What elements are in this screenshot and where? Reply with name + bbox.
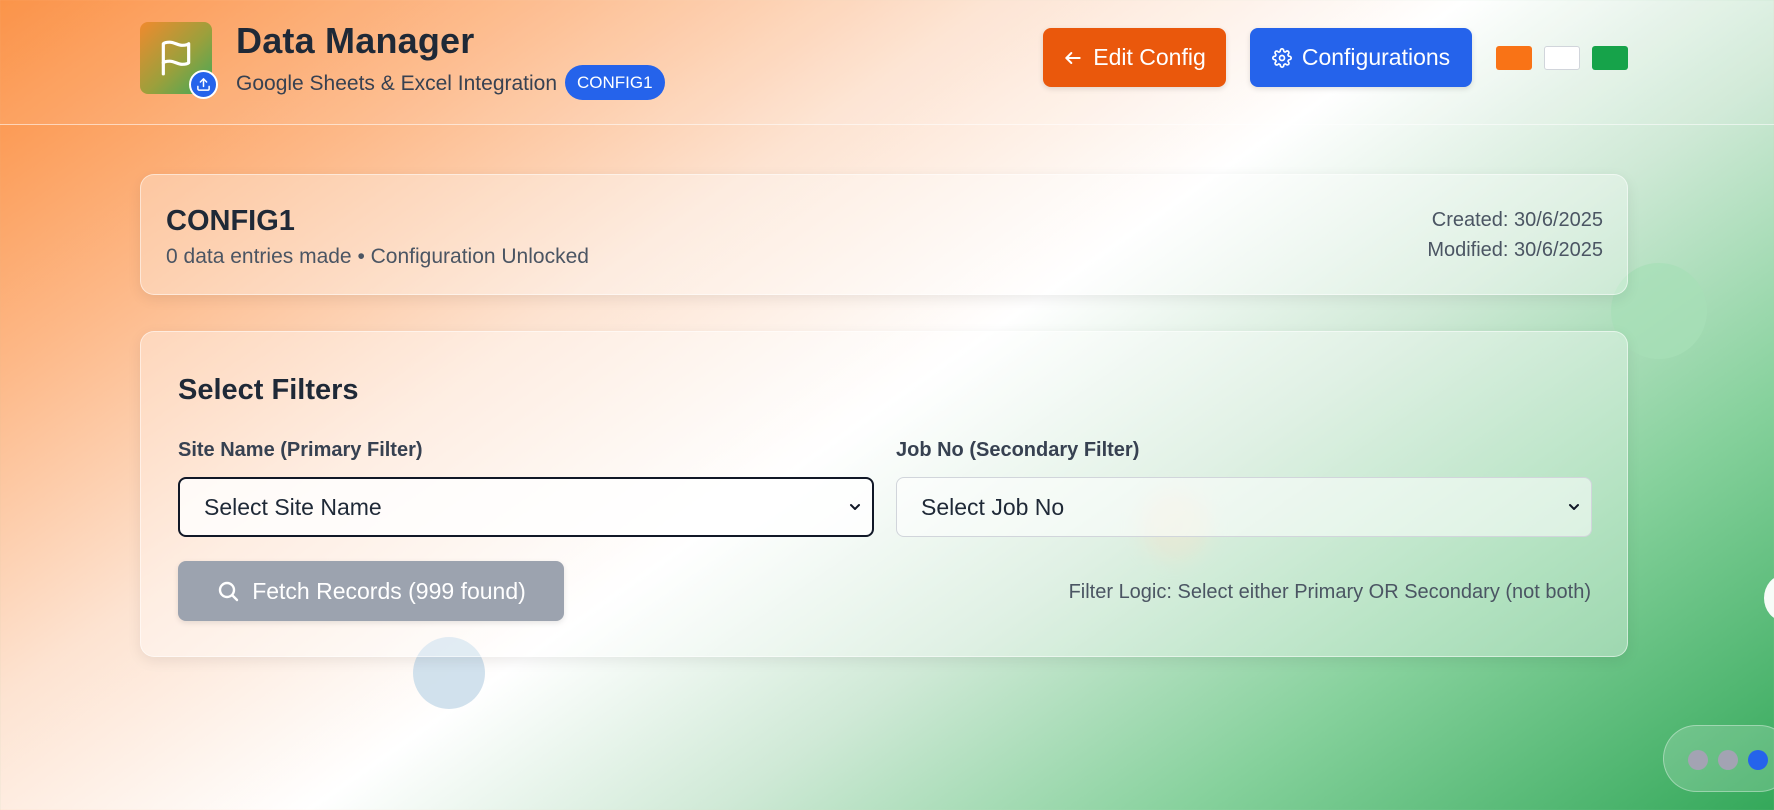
filters-title: Select Filters xyxy=(178,374,359,406)
configurations-label: Configurations xyxy=(1301,44,1451,70)
upload-badge xyxy=(189,70,218,99)
theme-swatch-orange[interactable] xyxy=(1496,46,1532,70)
upload-icon xyxy=(197,78,210,91)
job-no-label: Job No (Secondary Filter) xyxy=(896,439,1140,461)
theme-swatch-white[interactable] xyxy=(1544,46,1580,70)
filter-logic-note: Filter Logic: Select either Primary OR S… xyxy=(1068,581,1591,603)
chevron-down-icon xyxy=(1569,504,1579,510)
app-header: Data Manager Google Sheets & Excel Integ… xyxy=(0,0,1774,125)
config-badge: CONFIG1 xyxy=(565,65,665,100)
page-dot[interactable] xyxy=(1718,750,1738,770)
app-title: Data Manager xyxy=(236,20,475,61)
site-name-label: Site Name (Primary Filter) xyxy=(178,439,423,461)
decorative-circle xyxy=(1764,575,1774,621)
edit-config-label: Edit Config xyxy=(1093,44,1206,70)
config-name: CONFIG1 xyxy=(166,205,295,237)
page-dot-active[interactable] xyxy=(1748,750,1768,770)
search-icon xyxy=(219,581,239,602)
app-subtitle: Google Sheets & Excel Integration xyxy=(236,72,558,95)
created-date: Created: 30/6/2025 xyxy=(1431,209,1603,231)
modified-date: Modified: 30/6/2025 xyxy=(1427,239,1603,261)
site-name-value: Select Site Name xyxy=(204,493,382,520)
gear-icon xyxy=(1271,47,1292,68)
edit-config-button[interactable]: Edit Config xyxy=(1043,28,1226,87)
chevron-down-icon xyxy=(850,504,860,510)
theme-swatch-green[interactable] xyxy=(1592,46,1628,70)
fetch-records-label: Fetch Records (999 found) xyxy=(252,577,526,604)
job-no-select[interactable]: Select Job No xyxy=(896,477,1592,537)
site-name-select[interactable]: Select Site Name xyxy=(178,477,874,537)
config-status: 0 data entries made • Configuration Unlo… xyxy=(166,245,589,268)
configurations-button[interactable]: Configurations xyxy=(1250,28,1472,87)
pagination-dots xyxy=(1663,725,1774,792)
config-info-card: CONFIG1 0 data entries made • Configurat… xyxy=(140,174,1628,295)
page-dot[interactable] xyxy=(1688,750,1708,770)
flag-icon xyxy=(161,40,191,76)
job-no-value: Select Job No xyxy=(921,493,1065,520)
filters-card: Select Filters Site Name (Primary Filter… xyxy=(140,331,1628,657)
arrow-left-icon xyxy=(1065,51,1081,64)
fetch-records-button[interactable]: Fetch Records (999 found) xyxy=(178,561,564,621)
